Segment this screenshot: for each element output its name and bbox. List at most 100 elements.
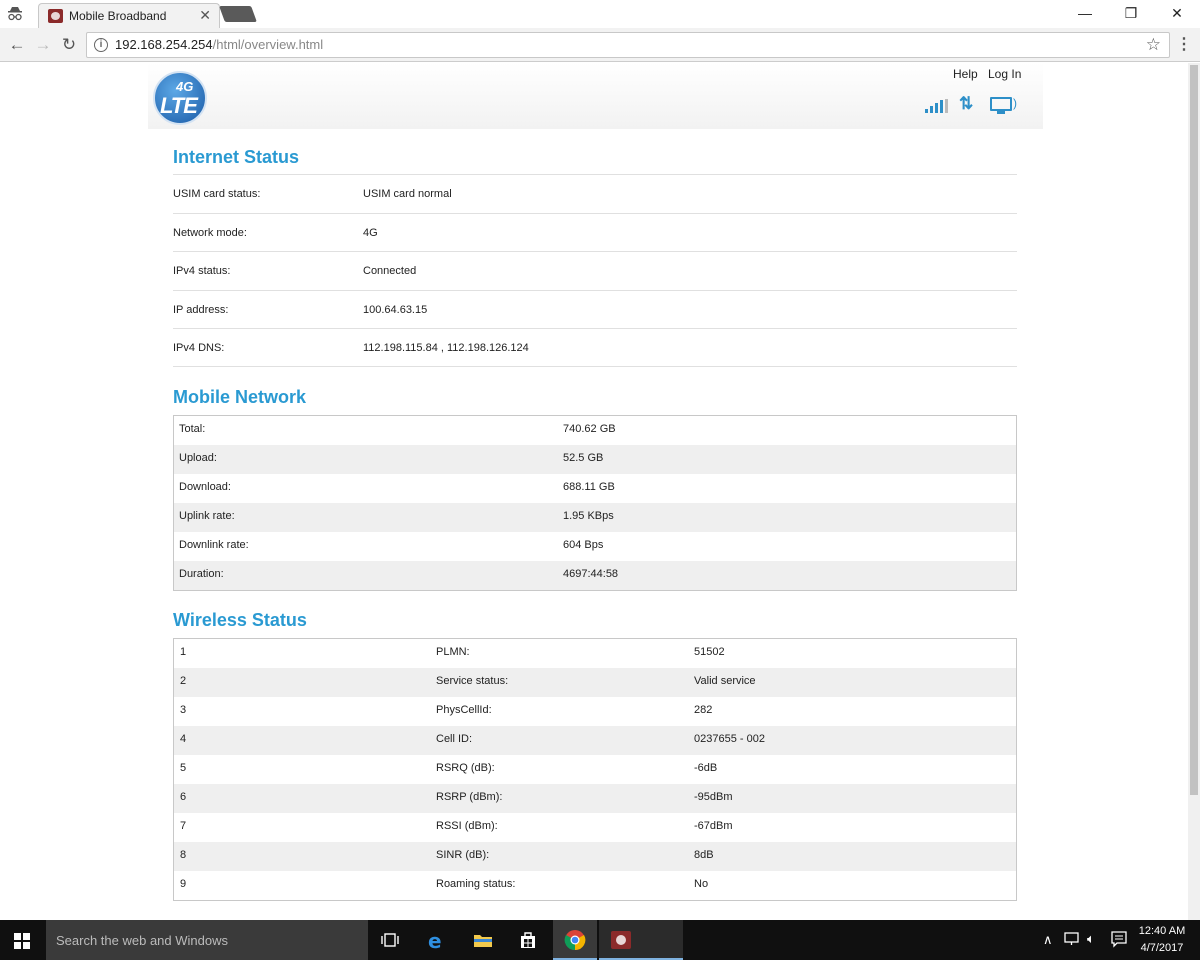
- cell-label: Upload:: [179, 452, 217, 464]
- router-app-icon: [611, 931, 631, 949]
- chrome-taskbar-button[interactable]: [553, 920, 597, 960]
- cell-value: 604 Bps: [563, 539, 604, 551]
- cell-value: 51502: [694, 646, 725, 658]
- store-icon[interactable]: [516, 928, 540, 952]
- cell-label: Cell ID:: [436, 733, 473, 745]
- search-placeholder: Search the web and Windows: [56, 933, 228, 948]
- chrome-menu-icon[interactable]: ⋮: [1176, 34, 1192, 54]
- table-row: 7 RSSI (dBm): -67dBm: [174, 813, 1016, 842]
- table-row: 1 PLMN: 51502: [174, 639, 1016, 668]
- cell-value: -67dBm: [694, 820, 733, 832]
- table-row: Total: 740.62 GB: [174, 416, 1016, 445]
- cell-label: Uplink rate:: [179, 510, 235, 522]
- url-text[interactable]: 192.168.254.254/html/overview.html: [115, 37, 323, 52]
- back-arrow-icon[interactable]: ←: [6, 34, 28, 56]
- file-explorer-icon[interactable]: [471, 928, 495, 952]
- logo-lte-text: LTE: [160, 93, 198, 118]
- table-row: Uplink rate: 1.95 KBps: [174, 503, 1016, 532]
- signal-strength-icon: [925, 99, 949, 113]
- status-value: USIM card normal: [363, 188, 452, 200]
- cell-index: 7: [180, 820, 187, 832]
- table-row: 2 Service status: Valid service: [174, 668, 1016, 697]
- status-value: Connected: [363, 265, 417, 278]
- cell-value: -95dBm: [694, 791, 733, 803]
- table-row: Duration: 4697:44:58: [174, 561, 1016, 590]
- cell-label: Service status:: [436, 675, 509, 687]
- wifi-device-icon: [990, 97, 1012, 114]
- windows-start-icon[interactable]: [14, 933, 30, 949]
- table-row: 9 Roaming status: No: [174, 871, 1016, 900]
- status-row: IP address: 100.64.63.15: [173, 289, 1017, 329]
- cell-value: 0237655 - 002: [694, 733, 765, 745]
- browser-toolbar: ← → ↻ i 192.168.254.254/html/overview.ht…: [0, 28, 1200, 62]
- cell-value: -6dB: [694, 762, 718, 774]
- tray-chevron-icon[interactable]: ∧: [1043, 932, 1053, 948]
- taskbar-search-box[interactable]: Search the web and Windows: [46, 920, 368, 960]
- cell-value: 740.62 GB: [563, 423, 616, 435]
- chrome-icon: [564, 930, 586, 951]
- status-label: IPv4 status:: [173, 265, 231, 278]
- status-label: Network mode:: [173, 226, 247, 239]
- url-path: /html/overview.html: [212, 37, 324, 52]
- mobile-network-table: Total: 740.62 GB Upload: 52.5 GB Download:…: [173, 415, 1017, 591]
- clock-date[interactable]: 4/7/2017: [1134, 942, 1190, 954]
- cell-value: Valid service: [694, 675, 756, 687]
- browser-tab[interactable]: Mobile Broadband ✕: [38, 3, 220, 28]
- cell-label: Download:: [179, 481, 231, 493]
- wireless-status-title: Wireless Status: [173, 610, 307, 630]
- cell-value: No: [694, 878, 709, 890]
- tab-close-icon[interactable]: ✕: [199, 7, 211, 24]
- network-icon[interactable]: [1063, 930, 1081, 948]
- page-scrollbar[interactable]: [1188, 63, 1200, 920]
- close-window-button[interactable]: ✕: [1154, 0, 1200, 28]
- mobile-network-title: Mobile Network: [173, 387, 307, 407]
- cell-index: 3: [180, 704, 187, 716]
- bookmark-star-icon[interactable]: ☆: [1146, 35, 1161, 55]
- info-icon[interactable]: i: [94, 38, 108, 52]
- router-header: 4G LTE Help Log In ⇅ ): [148, 63, 1043, 129]
- task-view-icon[interactable]: [378, 928, 402, 952]
- windows-taskbar: Search the web and Windows e ∧ 🔈︎ 12:40 …: [0, 920, 1200, 960]
- scrollbar-thumb[interactable]: [1190, 65, 1198, 795]
- cell-index: 9: [180, 878, 187, 890]
- status-value: 100.64.63.15: [363, 303, 428, 316]
- internet-status-title: Internet Status: [173, 147, 300, 167]
- url-host: 192.168.254.254: [115, 37, 213, 52]
- clock-time[interactable]: 12:40 AM: [1134, 925, 1190, 937]
- table-row: 8 SINR (dB): 8dB: [174, 842, 1016, 871]
- cell-index: 4: [180, 733, 187, 745]
- cell-index: 6: [180, 791, 187, 803]
- status-label: IP address:: [173, 303, 229, 316]
- wireless-wave-icon: ): [1013, 96, 1017, 110]
- action-center-icon[interactable]: [1110, 930, 1128, 948]
- cell-value: 1.95 KBps: [563, 510, 614, 522]
- status-value: 112.198.115.84 , 112.198.126.124: [363, 342, 529, 355]
- cell-label: SINR (dB):: [436, 849, 490, 861]
- cell-label: RSRQ (dB):: [436, 762, 495, 774]
- address-bar[interactable]: i 192.168.254.254/html/overview.html ☆: [86, 32, 1170, 58]
- table-row: 3 PhysCellId: 282: [174, 697, 1016, 726]
- login-link[interactable]: Log In: [988, 67, 1021, 81]
- minimize-button[interactable]: —: [1062, 0, 1108, 28]
- wireless-status-table: 1 PLMN: 51502 2 Service status: Valid servic…: [173, 638, 1017, 901]
- new-tab-button[interactable]: [219, 6, 257, 22]
- router-window-taskbar-button[interactable]: [599, 920, 683, 960]
- reload-icon[interactable]: ↻: [58, 34, 80, 56]
- volume-icon[interactable]: 🔈︎: [1087, 931, 1095, 947]
- cell-value: 282: [694, 704, 713, 716]
- cell-label: RSSI (dBm):: [436, 820, 498, 832]
- status-row: IPv4 DNS: 112.198.115.84 , 112.198.126.12…: [173, 328, 1017, 367]
- cell-value: 8dB: [694, 849, 714, 861]
- table-row: 6 RSRP (dBm): -95dBm: [174, 784, 1016, 813]
- cell-label: PLMN:: [436, 646, 470, 658]
- forward-arrow-icon[interactable]: →: [32, 34, 54, 56]
- restore-button[interactable]: ❐: [1108, 0, 1154, 28]
- edge-browser-icon[interactable]: e: [425, 928, 449, 952]
- table-row: Download: 688.11 GB: [174, 474, 1016, 503]
- cell-index: 8: [180, 849, 187, 861]
- incognito-icon: [8, 7, 22, 21]
- help-link[interactable]: Help: [953, 67, 978, 81]
- table-row: 5 RSRQ (dB): -6dB: [174, 755, 1016, 784]
- 4g-lte-logo: 4G LTE: [153, 71, 207, 125]
- table-row: 4 Cell ID: 0237655 - 002: [174, 726, 1016, 755]
